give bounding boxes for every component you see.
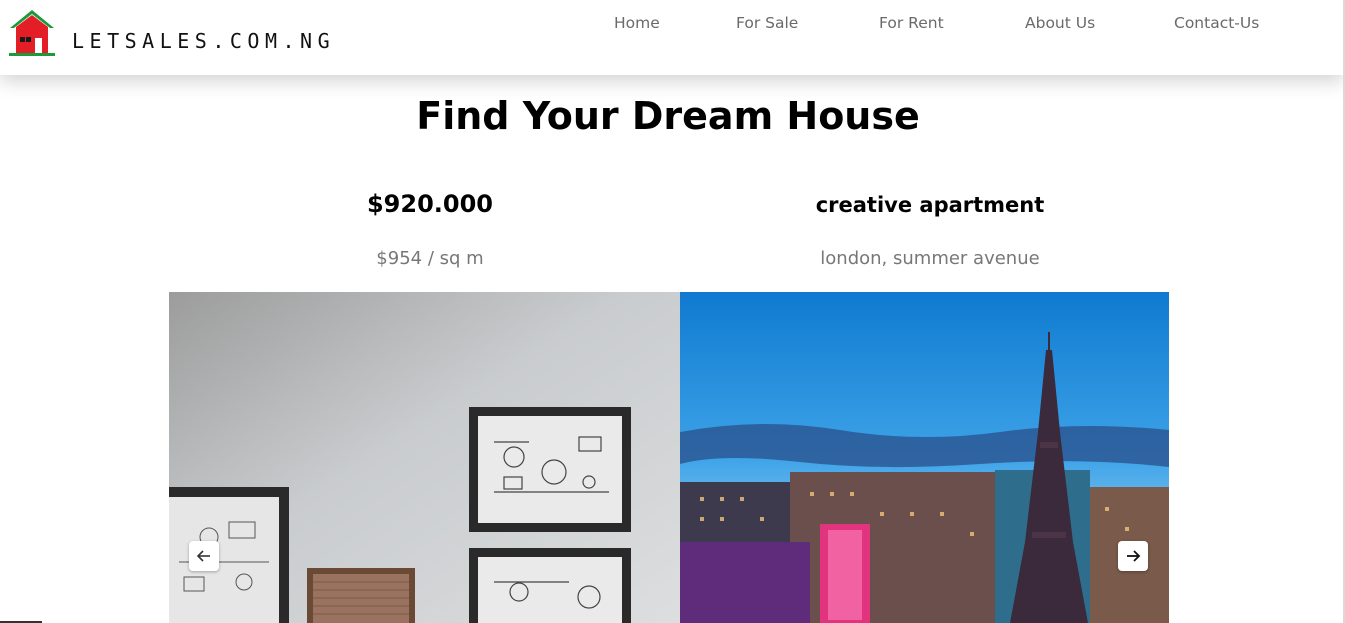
listing-title: creative apartment <box>815 193 1045 217</box>
brand-name[interactable]: LETSALES.COM.NG <box>72 29 335 53</box>
house-logo-icon[interactable] <box>6 7 58 59</box>
slider-next-button[interactable] <box>1118 541 1148 571</box>
price-per-area: $954 / sq m <box>376 248 484 269</box>
city-photo <box>680 292 1169 623</box>
top-navbar: LETSALES.COM.NG Home For Sale For Rent A… <box>0 0 1343 75</box>
page-title: Find Your Dream House <box>416 94 920 138</box>
listing-address: london, summer avenue <box>820 248 1040 269</box>
nav-for-rent[interactable]: For Rent <box>879 14 944 32</box>
nav-home[interactable]: Home <box>614 14 660 32</box>
arrow-left-icon <box>196 550 210 562</box>
interior-photo <box>169 292 680 623</box>
nav-for-sale[interactable]: For Sale <box>736 14 798 32</box>
nav-about-us[interactable]: About Us <box>1025 14 1095 32</box>
listing-price: $920.000 <box>366 190 493 218</box>
nav-contact-us[interactable]: Contact-Us <box>1174 14 1259 32</box>
arrow-right-icon <box>1127 550 1141 562</box>
slider-prev-button[interactable] <box>189 541 219 571</box>
